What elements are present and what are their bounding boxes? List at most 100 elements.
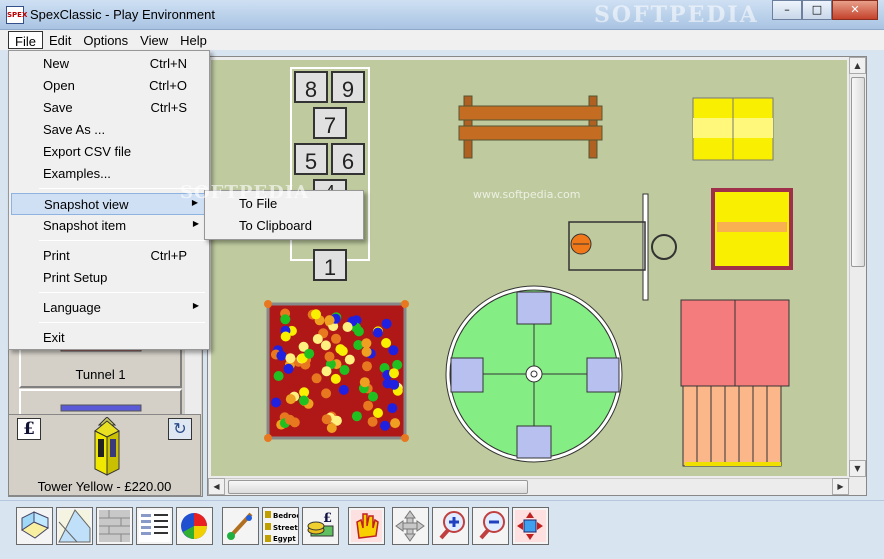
- submenu-item-to-clipboard[interactable]: To Clipboard: [207, 215, 361, 237]
- maximize-button[interactable]: □: [802, 0, 832, 20]
- menu-item-exit[interactable]: Exit: [11, 327, 207, 349]
- zoom-in-icon: [439, 511, 465, 540]
- close-button[interactable]: ✕: [832, 0, 878, 20]
- play-area[interactable]: 8 9 7 5 6 4 1: [211, 60, 847, 476]
- ball: [368, 391, 378, 402]
- basketball-hoop[interactable]: [568, 193, 677, 301]
- menu-item-label: New: [43, 56, 70, 71]
- bottom-toolbar: Bedroo Street Egypt £: [0, 500, 884, 559]
- ground-surface-button[interactable]: [56, 507, 93, 545]
- vertical-scroll-thumb[interactable]: [851, 77, 865, 267]
- fit-view-icon: [515, 510, 546, 542]
- menu-item-print-setup[interactable]: Print Setup: [11, 267, 207, 289]
- menu-separator: [39, 292, 205, 293]
- 3d-room-icon: [21, 511, 49, 539]
- ball: [381, 318, 392, 329]
- menu-view[interactable]: View: [134, 31, 174, 49]
- yellow-mat[interactable]: [692, 97, 774, 161]
- preview-label: Tower Yellow - £220.00: [37, 479, 172, 494]
- paint-button[interactable]: [222, 507, 259, 545]
- ball: [321, 366, 332, 377]
- horizontal-scroll-thumb[interactable]: [228, 480, 528, 494]
- menu-item-new[interactable]: New Ctrl+N: [11, 53, 207, 75]
- ball: [361, 346, 372, 357]
- scroll-right-icon[interactable]: ▶: [832, 478, 849, 495]
- menu-edit[interactable]: Edit: [43, 31, 77, 49]
- street-sign-icon: Bedroo Street Egypt: [265, 511, 298, 543]
- window-title: SpexClassic - Play Environment: [30, 7, 215, 22]
- zoom-in-button[interactable]: [432, 507, 469, 545]
- menu-item-label: Language: [43, 300, 101, 315]
- costing-button[interactable]: £: [302, 507, 339, 545]
- ball: [324, 315, 335, 326]
- hopscotch-number: 5: [305, 149, 317, 174]
- menu-item-label: Exit: [43, 330, 65, 345]
- roundabout[interactable]: [445, 285, 623, 463]
- ball: [271, 397, 281, 408]
- menu-item-label: Open: [43, 78, 75, 93]
- ball: [311, 373, 322, 384]
- menu-help[interactable]: Help: [174, 31, 213, 49]
- canvas-horizontal-scrollbar[interactable]: ◀ ▶: [208, 478, 850, 495]
- 3d-view-button[interactable]: [16, 507, 53, 545]
- menu-item-language[interactable]: Language ▶: [11, 297, 207, 319]
- scroll-down-icon[interactable]: ▼: [849, 460, 866, 477]
- hopscotch[interactable]: 8 9 7 5 6 4 1: [290, 67, 370, 281]
- ball: [388, 345, 399, 356]
- slide-tower[interactable]: [680, 299, 790, 467]
- ball-pit[interactable]: [264, 300, 409, 442]
- canvas-vertical-scrollbar[interactable]: ▲ ▼: [849, 57, 866, 477]
- menu-item-examples[interactable]: Examples...: [11, 163, 207, 185]
- money-icon: £: [307, 511, 334, 537]
- ball: [273, 371, 284, 381]
- menu-item-snapshot-item[interactable]: Snapshot item ▶: [11, 215, 207, 237]
- pan-button[interactable]: [392, 507, 429, 545]
- ball: [362, 361, 372, 372]
- ball: [285, 353, 296, 364]
- labels-button[interactable]: Bedroo Street Egypt: [262, 507, 299, 545]
- ball: [338, 384, 349, 395]
- item-list-button[interactable]: [136, 507, 173, 545]
- park-bench[interactable]: [458, 95, 603, 159]
- ball: [289, 417, 300, 428]
- ball: [353, 326, 364, 337]
- surface-icon: [58, 509, 91, 543]
- scroll-left-icon[interactable]: ◀: [208, 478, 225, 495]
- chart-button[interactable]: [176, 507, 213, 545]
- select-button[interactable]: [348, 507, 385, 545]
- menu-item-label: Save As ...: [43, 122, 106, 137]
- menu-item-export-csv[interactable]: Export CSV file: [11, 141, 207, 163]
- ball: [389, 379, 400, 390]
- zoom-out-button[interactable]: [472, 507, 509, 545]
- ball: [367, 416, 378, 427]
- wall-button[interactable]: [96, 507, 133, 545]
- list-icon: [139, 510, 170, 542]
- tower-yellow[interactable]: [711, 188, 793, 270]
- menu-separator: [39, 240, 205, 241]
- ball: [321, 414, 332, 425]
- ball: [387, 403, 398, 414]
- tunnel-label: Tunnel 1: [75, 367, 126, 382]
- rotate-icon[interactable]: ↻: [168, 418, 192, 440]
- ball: [320, 340, 331, 351]
- app-icon[interactable]: SPEX: [6, 6, 27, 24]
- fit-view-button[interactable]: [512, 507, 549, 545]
- menu-item-save[interactable]: Save Ctrl+S: [11, 97, 207, 119]
- ball: [304, 348, 315, 359]
- move-arrows-icon: [395, 510, 425, 542]
- ball: [324, 351, 335, 362]
- hopscotch-number: 8: [305, 77, 317, 102]
- menu-item-label: Snapshot view: [44, 197, 129, 212]
- minimize-button[interactable]: –: [772, 0, 802, 20]
- menu-item-label: Snapshot item: [43, 218, 127, 233]
- design-canvas[interactable]: 8 9 7 5 6 4 1: [207, 56, 867, 496]
- menu-options[interactable]: Options: [77, 31, 134, 49]
- price-icon[interactable]: £: [17, 418, 41, 440]
- scroll-up-icon[interactable]: ▲: [849, 57, 866, 74]
- menu-file[interactable]: File: [8, 31, 43, 49]
- menu-item-snapshot-view[interactable]: Snapshot view ▶: [11, 193, 207, 215]
- menu-item-save-as[interactable]: Save As ...: [11, 119, 207, 141]
- menu-item-open[interactable]: Open Ctrl+O: [11, 75, 207, 97]
- submenu-item-label: To Clipboard: [239, 218, 312, 233]
- menu-item-print[interactable]: Print Ctrl+P: [11, 245, 207, 267]
